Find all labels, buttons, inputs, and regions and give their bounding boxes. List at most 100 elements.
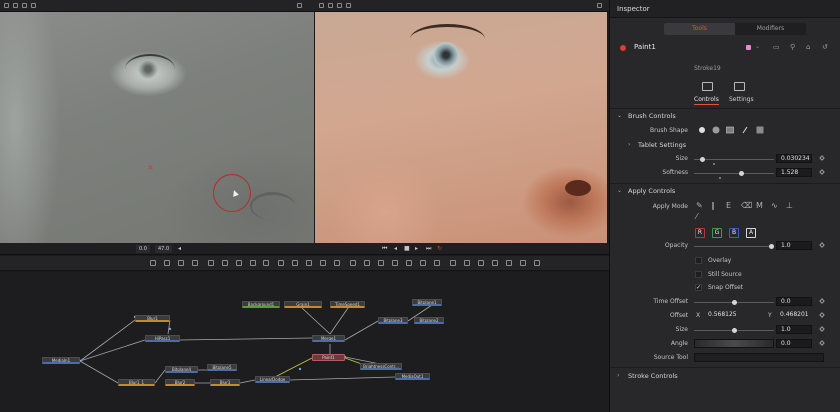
tab-modifiers[interactable]: Modifiers bbox=[735, 23, 806, 35]
node-brightness-contrast[interactable]: BrightnessContr... bbox=[360, 363, 402, 370]
node-bitplane1[interactable]: Bitplane1 bbox=[412, 299, 442, 306]
node-blur2[interactable]: Blur2 bbox=[165, 379, 195, 386]
channel-red-button[interactable]: R bbox=[695, 228, 705, 238]
reset-icon[interactable]: ↺ bbox=[822, 43, 828, 51]
tool-transform-icon[interactable] bbox=[334, 260, 340, 266]
tool-color-swatch[interactable] bbox=[746, 45, 751, 50]
tool-tracker-icon[interactable] bbox=[406, 260, 412, 266]
opacity-slider-knob[interactable] bbox=[769, 244, 774, 249]
time-offset-field[interactable]: 0.0 bbox=[776, 297, 812, 306]
brush-shape-square-icon[interactable] bbox=[756, 126, 764, 134]
node-mediain1[interactable]: MediaIn1 bbox=[42, 357, 80, 364]
apply-color-icon[interactable]: ✎ bbox=[696, 202, 703, 210]
source-tool-field[interactable] bbox=[694, 353, 824, 362]
viewer-dod-icon[interactable] bbox=[31, 3, 36, 8]
go-to-end-icon[interactable]: ⏭ bbox=[426, 245, 431, 253]
node-mediaout1[interactable]: MediaOut1 bbox=[395, 373, 430, 380]
tool-ultra-icon[interactable] bbox=[392, 260, 398, 266]
keyframe-icon[interactable] bbox=[819, 326, 825, 332]
still-source-checkbox[interactable] bbox=[695, 271, 702, 278]
loop-icon[interactable]: ↻ bbox=[437, 245, 442, 253]
tool-enable-icon[interactable] bbox=[620, 45, 626, 51]
pin-icon[interactable]: ⚲ bbox=[790, 43, 795, 51]
node-bitplane2[interactable]: Bitplane2 bbox=[414, 317, 444, 324]
tool-brightness-icon[interactable] bbox=[320, 260, 326, 266]
brush-size-field[interactable]: 0.030234 bbox=[776, 154, 812, 163]
channel-blue-button[interactable]: B bbox=[729, 228, 739, 238]
node-background1[interactable]: Background1 bbox=[242, 301, 280, 308]
keyframe-icon[interactable] bbox=[819, 340, 825, 346]
node-bitplane5[interactable]: Bitplane5 bbox=[207, 364, 237, 371]
tool-polygon-icon[interactable] bbox=[208, 260, 214, 266]
keyframe-icon[interactable] bbox=[819, 298, 825, 304]
node-bitplane3[interactable]: Bitplane3 bbox=[378, 317, 408, 324]
tool-paint-icon[interactable] bbox=[192, 260, 198, 266]
apply-clone-icon[interactable]: ∥ bbox=[711, 202, 715, 210]
channel-alpha-button[interactable]: A bbox=[746, 228, 756, 238]
viewer-options-icon[interactable] bbox=[4, 3, 9, 8]
apply-controls-header[interactable]: ⌄ Apply Controls bbox=[610, 185, 840, 197]
viewer-lut-icon[interactable] bbox=[13, 3, 18, 8]
tool-dve-icon[interactable] bbox=[364, 260, 370, 266]
node-bitplane4[interactable]: Bitplane4 bbox=[165, 366, 198, 373]
offset-x-field[interactable]: 0.568125 bbox=[704, 311, 752, 320]
tool-ellipse-icon[interactable] bbox=[236, 260, 242, 266]
keyframe-icon[interactable] bbox=[819, 155, 825, 161]
viewer2-lut-icon[interactable] bbox=[328, 3, 333, 8]
settings-icon[interactable] bbox=[734, 82, 745, 91]
apply-merge-icon[interactable]: M bbox=[756, 202, 763, 210]
apply-size-slider-knob[interactable] bbox=[731, 328, 737, 333]
tool-camera-icon[interactable] bbox=[478, 260, 484, 266]
node-merge1[interactable]: Merge1 bbox=[312, 335, 345, 342]
tool-merge-icon[interactable] bbox=[278, 260, 284, 266]
tool-crop-icon[interactable] bbox=[350, 260, 356, 266]
stop-icon[interactable]: ■ bbox=[404, 245, 410, 253]
version-icon[interactable]: ▭ bbox=[773, 43, 780, 51]
angle-field[interactable]: 0.0 bbox=[776, 339, 812, 348]
node-lineardodge[interactable]: LinearDodge bbox=[255, 376, 290, 383]
node-blur1-1[interactable]: Blur1_1 bbox=[118, 379, 155, 386]
tool-blur-icon[interactable] bbox=[292, 260, 298, 266]
viewer-left[interactable]: × bbox=[0, 12, 314, 243]
keyframe-icon[interactable] bbox=[819, 169, 825, 175]
tool-imageplane-icon[interactable] bbox=[534, 260, 540, 266]
brush-shape-image-icon[interactable] bbox=[726, 126, 734, 134]
time-offset-slider[interactable] bbox=[694, 300, 774, 305]
offset-y-field[interactable]: 0.468201 bbox=[776, 311, 816, 320]
tool-text-icon[interactable] bbox=[178, 260, 184, 266]
tool-drop-icon[interactable] bbox=[263, 260, 269, 266]
marker-icon[interactable]: ◂ bbox=[178, 245, 181, 253]
viewer2-roi-icon[interactable] bbox=[337, 3, 342, 8]
viewer-roi-icon[interactable] bbox=[22, 3, 27, 8]
node-blur3[interactable]: Blur3 bbox=[210, 379, 240, 386]
keyframe-icon[interactable] bbox=[819, 242, 825, 248]
tool-rectangle-icon[interactable] bbox=[250, 260, 256, 266]
tab-tools[interactable]: Tools bbox=[664, 23, 735, 35]
brush-size-slider-knob[interactable] bbox=[700, 157, 705, 162]
node-blur1[interactable]: Blur1 bbox=[135, 315, 170, 322]
tool-planar-icon[interactable] bbox=[420, 260, 426, 266]
subtab-settings[interactable]: Settings bbox=[729, 96, 754, 103]
lock-icon[interactable]: ⌂ bbox=[806, 43, 810, 51]
node-paint1[interactable]: Paint1 bbox=[312, 354, 345, 361]
tool-image-icon[interactable] bbox=[164, 260, 170, 266]
opacity-slider[interactable] bbox=[694, 244, 774, 249]
viewer-right[interactable] bbox=[315, 12, 607, 243]
softness-slider-knob[interactable] bbox=[739, 171, 744, 176]
softness-field[interactable]: 1.528 bbox=[776, 168, 812, 177]
brush-size-slider[interactable] bbox=[694, 157, 774, 162]
brush-shape-circle-icon[interactable] bbox=[698, 126, 706, 134]
snap-offset-checkbox[interactable]: ✓ bbox=[695, 284, 702, 291]
apply-size-slider[interactable] bbox=[694, 328, 774, 333]
subtab-controls[interactable]: Controls bbox=[694, 96, 719, 105]
start-frame-field[interactable]: 0.0 bbox=[136, 245, 150, 253]
tool-shape3d-icon[interactable] bbox=[464, 260, 470, 266]
tool-renderer-icon[interactable] bbox=[506, 260, 512, 266]
controls-icon[interactable] bbox=[702, 82, 713, 91]
brush-shape-pen-icon[interactable] bbox=[741, 126, 749, 134]
overlay-checkbox[interactable] bbox=[695, 257, 702, 264]
tablet-settings-header[interactable]: › Tablet Settings bbox=[610, 139, 840, 151]
time-offset-slider-knob[interactable] bbox=[731, 300, 737, 305]
viewer2-menu-icon[interactable] bbox=[597, 3, 602, 8]
node-grain1[interactable]: Grain1 bbox=[284, 301, 322, 308]
